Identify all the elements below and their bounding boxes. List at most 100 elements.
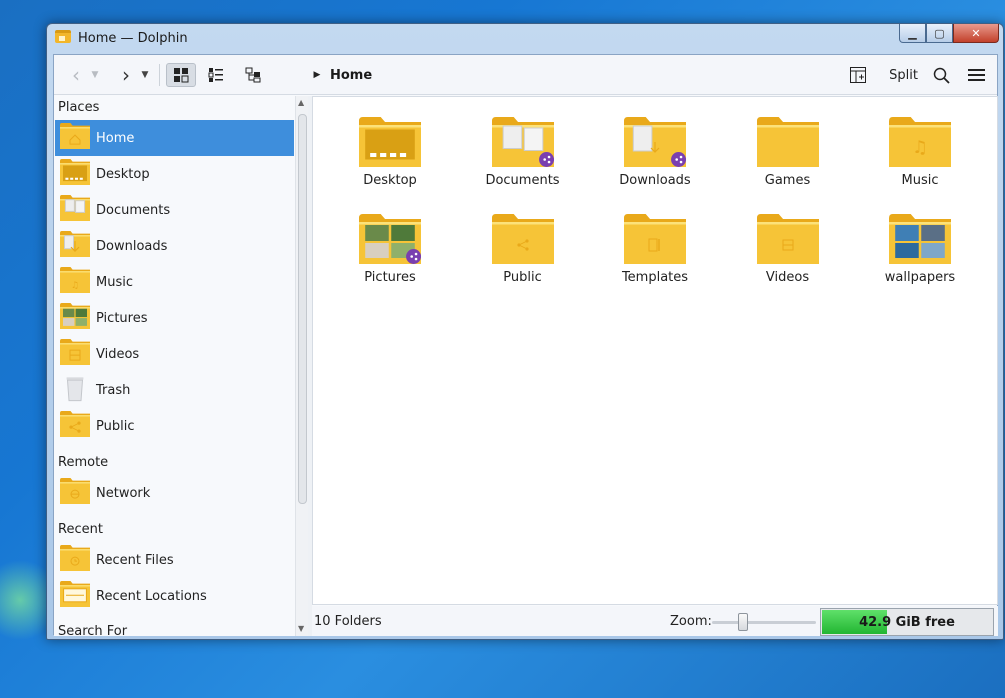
minimize-button[interactable]: ▁ [899,24,926,43]
videos-folder-icon [60,339,90,369]
folder-item-label: Music [901,173,939,188]
public-folder-icon [60,411,90,441]
places-item-home[interactable]: Home [55,120,294,156]
chevron-down-icon: ▼ [141,70,149,80]
toolbar-separator [159,64,160,86]
pictures-folder-icon [359,214,422,264]
remote-item-label: Network [96,485,151,501]
folder-item-label: Downloads [619,173,691,188]
split-button[interactable]: Split [850,63,918,87]
remote-item-network[interactable]: Network [55,475,294,511]
folder-item-desktop[interactable]: Desktop [335,117,445,188]
back-history-button[interactable]: ▼ [88,63,102,87]
places-item-label: Documents [96,202,171,218]
scrollbar-thumb[interactable] [298,114,307,504]
free-space-label: 42.9 GiB free [859,615,955,630]
svg-text:♫: ♫ [912,138,928,158]
breadcrumb-arrow[interactable]: ▶ [312,63,322,87]
window-controls: ▁ ▢ ✕ [899,24,999,43]
places-item-downloads[interactable]: Downloads [55,228,294,264]
folder-item-pictures[interactable]: Pictures [335,214,445,285]
scroll-up-icon[interactable]: ▲ [298,98,304,107]
folder-item-label: Games [764,173,811,188]
window-title: Home — Dolphin [78,31,188,46]
details-view-button[interactable] [238,63,268,87]
breadcrumb-home[interactable]: Home [330,63,374,87]
documents-folder-icon [60,195,90,225]
title-bar[interactable]: Home — Dolphin ▁ ▢ ✕ [47,24,1003,54]
places-item-pictures[interactable]: Pictures [55,300,294,336]
folder-item-downloads[interactable]: Downloads [600,117,710,188]
scroll-down-icon[interactable]: ▼ [298,624,304,633]
public-folder-icon [491,214,554,264]
downloads-folder-icon [624,117,687,167]
trash-icon [60,374,90,406]
maximize-button[interactable]: ▢ [926,24,953,43]
places-section-header: Places [58,100,100,115]
music-folder-icon: ♫ [889,117,951,167]
zoom-label: Zoom: [670,614,712,629]
free-space-indicator[interactable]: 42.9 GiB free [820,608,994,636]
search-section-header: Search For [58,624,128,636]
desktop-folder-icon [60,159,90,189]
remote-section-header: Remote [58,455,109,470]
folder-item-label: Documents [485,173,560,188]
icons-view-button[interactable] [166,63,196,87]
folder-item-public[interactable]: Public [468,214,578,285]
chevron-right-icon: ▶ [313,70,321,80]
places-item-desktop[interactable]: Desktop [55,156,294,192]
compact-view-button[interactable] [201,63,231,87]
maximize-icon: ▢ [934,26,945,40]
search-icon [933,67,950,84]
places-item-documents[interactable]: Documents [55,192,294,228]
split-view-icon [850,67,866,83]
search-button[interactable] [930,63,952,87]
forward-button[interactable]: › [116,63,136,87]
places-item-trash[interactable]: Trash [55,372,294,408]
wallpapers-folder-icon [889,214,951,264]
places-item-label: Downloads [96,238,168,254]
folder-item-videos[interactable]: Videos [733,214,843,285]
places-item-public[interactable]: Public [55,408,294,444]
recent-item-label: Recent Files [96,552,174,568]
recent-files-icon [60,545,90,575]
folder-item-documents[interactable]: Documents [468,117,578,188]
recent-section-header: Recent [58,522,103,537]
recent-item-recent-locations[interactable]: Recent Locations [55,578,294,614]
folder-item-music[interactable]: ♫ Music [865,117,975,188]
places-scrollbar[interactable]: ▲ ▼ [295,96,308,636]
split-label: Split [889,67,918,83]
pictures-folder-icon [60,303,90,333]
chevron-down-icon: ▼ [91,70,99,80]
hamburger-menu-button[interactable] [965,63,987,87]
places-item-music[interactable]: ♫ Music [55,264,294,300]
folder-item-label: Desktop [363,173,417,188]
folder-item-wallpapers[interactable]: wallpapers [865,214,975,285]
breadcrumb-label: Home [330,67,373,83]
arrow-right-icon: › [122,63,130,87]
places-item-label: Pictures [96,310,148,326]
places-panel: Places Home Desktop Documents Downloads … [54,96,295,636]
window-client-area: ‹ ▼ › ▼ ▶ Home Split Places Home Desktop… [53,54,998,636]
folder-item-label: wallpapers [884,270,956,285]
folder-item-label: Videos [765,270,810,285]
forward-history-button[interactable]: ▼ [138,63,152,87]
documents-folder-icon [491,117,554,167]
places-item-label: Music [96,274,133,290]
network-folder-icon [60,478,90,508]
zoom-slider-track[interactable] [712,621,816,624]
close-icon: ✕ [971,26,981,40]
places-item-videos[interactable]: Videos [55,336,294,372]
recent-item-recent-files[interactable]: Recent Files [55,542,294,578]
desktop-folder-icon [359,117,421,167]
folder-item-templates[interactable]: Templates [600,214,710,285]
close-button[interactable]: ✕ [953,24,999,43]
videos-folder-icon [756,214,819,264]
folder-icon [756,117,819,167]
file-view[interactable]: Desktop Documents Downloads Games ♫ Musi… [312,96,998,605]
main-toolbar: ‹ ▼ › ▼ ▶ Home Split [54,55,997,95]
folder-item-games[interactable]: Games [733,117,843,188]
back-button[interactable]: ‹ [66,63,86,87]
folder-item-label: Templates [621,270,689,285]
zoom-slider-handle[interactable] [738,613,749,631]
